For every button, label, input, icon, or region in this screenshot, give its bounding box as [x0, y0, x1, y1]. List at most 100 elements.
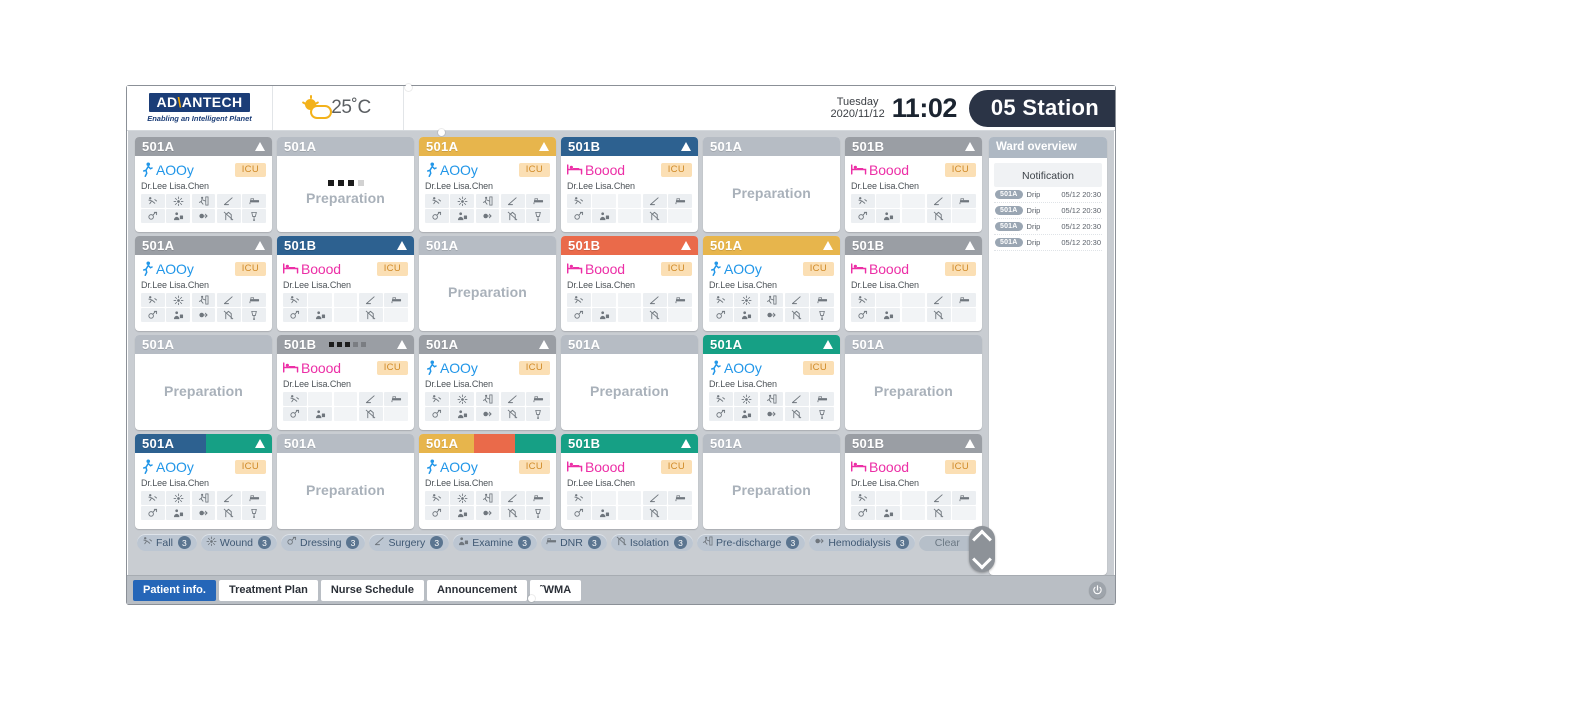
bed-card[interactable]: 501A Preparation: [561, 335, 698, 430]
care-tag-surgery-icon[interactable]: [642, 293, 667, 307]
care-tag-surgery-icon[interactable]: [216, 293, 241, 307]
filter-chip-wound[interactable]: Wound 3: [200, 534, 278, 551]
care-tag-pre-discharge-icon[interactable]: [901, 194, 926, 208]
care-tag-wound-icon[interactable]: [308, 392, 333, 406]
care-tag-isolation-icon[interactable]: [784, 308, 809, 322]
care-tag-isolation-icon[interactable]: [216, 506, 241, 520]
care-tag-drip-icon[interactable]: [952, 506, 976, 520]
care-tag-pre-discharge-icon[interactable]: [901, 491, 926, 505]
care-tag-dressing-icon[interactable]: [709, 308, 733, 322]
care-tag-wound-icon[interactable]: [450, 392, 475, 406]
bed-card[interactable]: 501A Preparation: [135, 335, 272, 430]
care-tag-wound-icon[interactable]: [592, 194, 617, 208]
bed-card[interactable]: 501A AOOy ICU Dr.Lee Lisa.Chen: [135, 434, 272, 529]
care-tag-drip-icon[interactable]: [242, 209, 266, 223]
care-tag-isolation-icon[interactable]: [500, 209, 525, 223]
care-tag-pre-discharge-icon[interactable]: [617, 491, 642, 505]
care-tag-pre-discharge-icon[interactable]: [475, 194, 500, 208]
care-tag-wound-icon[interactable]: [308, 293, 333, 307]
care-tag-isolation-icon[interactable]: [500, 506, 525, 520]
care-tag-fall-icon[interactable]: [567, 293, 591, 307]
care-tag-dressing-icon[interactable]: [425, 209, 449, 223]
care-tag-wound-icon[interactable]: [592, 293, 617, 307]
care-tag-dressing-icon[interactable]: [709, 407, 733, 421]
care-tag-surgery-icon[interactable]: [926, 491, 951, 505]
care-tag-dnr-icon[interactable]: [952, 293, 976, 307]
care-tag-hemodialysis-icon[interactable]: [191, 506, 216, 520]
alert-triangle-icon[interactable]: [965, 137, 975, 156]
notification-row[interactable]: 501A Drip 05/12 20:30: [994, 203, 1102, 219]
care-tag-pre-discharge-icon[interactable]: [191, 194, 216, 208]
care-tag-pre-discharge-icon[interactable]: [191, 491, 216, 505]
care-tag-examine-icon[interactable]: [166, 506, 191, 520]
care-tag-isolation-icon[interactable]: [926, 308, 951, 322]
care-tag-dressing-icon[interactable]: [283, 407, 307, 421]
care-tag-fall-icon[interactable]: [425, 491, 449, 505]
care-tag-surgery-icon[interactable]: [358, 293, 383, 307]
care-tag-drip-icon[interactable]: [526, 209, 550, 223]
care-tag-fall-icon[interactable]: [567, 491, 591, 505]
bed-card[interactable]: 501B Boood ICU Dr.Lee Lisa.Chen: [561, 137, 698, 232]
care-tag-surgery-icon[interactable]: [784, 392, 809, 406]
bed-card[interactable]: 501A AOOy ICU Dr.Lee Lisa.Chen: [703, 236, 840, 331]
care-tag-fall-icon[interactable]: [141, 491, 165, 505]
filter-chip-dressing[interactable]: Dressing 3: [281, 534, 366, 551]
bed-card[interactable]: 501B Boood ICU Dr.Lee Lisa.Chen: [277, 236, 414, 331]
bed-card[interactable]: 501A Preparation: [845, 335, 982, 430]
care-tag-isolation-icon[interactable]: [642, 506, 667, 520]
tab--wma[interactable]: ˜WMA: [530, 579, 582, 601]
alert-triangle-icon[interactable]: [823, 335, 833, 354]
care-tag-pre-discharge-icon[interactable]: [901, 293, 926, 307]
care-tag-dnr-icon[interactable]: [668, 194, 692, 208]
bed-card[interactable]: 501A AOOy ICU Dr.Lee Lisa.Chen: [419, 137, 556, 232]
care-tag-examine-icon[interactable]: [592, 308, 617, 322]
care-tag-fall-icon[interactable]: [709, 293, 733, 307]
care-tag-hemodialysis-icon[interactable]: [759, 407, 784, 421]
care-tag-examine-icon[interactable]: [450, 407, 475, 421]
bed-card[interactable]: 501A Preparation: [703, 137, 840, 232]
care-tag-dnr-icon[interactable]: [668, 293, 692, 307]
alert-triangle-icon[interactable]: [539, 335, 549, 354]
bed-card[interactable]: 501A AOOy ICU Dr.Lee Lisa.Chen: [135, 137, 272, 232]
care-tag-pre-discharge-icon[interactable]: [617, 293, 642, 307]
care-tag-pre-discharge-icon[interactable]: [759, 392, 784, 406]
care-tag-fall-icon[interactable]: [283, 392, 307, 406]
care-tag-examine-icon[interactable]: [734, 407, 759, 421]
care-tag-wound-icon[interactable]: [166, 293, 191, 307]
care-tag-drip-icon[interactable]: [668, 506, 692, 520]
alert-triangle-icon[interactable]: [965, 236, 975, 255]
filter-chip-dnr[interactable]: DNR 3: [541, 534, 607, 551]
bed-card[interactable]: 501A AOOy ICU Dr.Lee Lisa.Chen: [419, 335, 556, 430]
care-tag-pre-discharge-icon[interactable]: [617, 194, 642, 208]
care-tag-isolation-icon[interactable]: [642, 209, 667, 223]
alert-triangle-icon[interactable]: [681, 434, 691, 453]
alert-triangle-icon[interactable]: [255, 434, 265, 453]
care-tag-isolation-icon[interactable]: [926, 209, 951, 223]
care-tag-hemodialysis-icon[interactable]: [333, 308, 358, 322]
care-tag-examine-icon[interactable]: [876, 209, 901, 223]
care-tag-wound-icon[interactable]: [876, 293, 901, 307]
care-tag-wound-icon[interactable]: [734, 293, 759, 307]
notification-row[interactable]: 501A Drip 05/12 20:30: [994, 219, 1102, 235]
care-tag-dressing-icon[interactable]: [141, 209, 165, 223]
care-tag-fall-icon[interactable]: [425, 194, 449, 208]
care-tag-drip-icon[interactable]: [242, 308, 266, 322]
care-tag-hemodialysis-icon[interactable]: [759, 308, 784, 322]
care-tag-wound-icon[interactable]: [876, 194, 901, 208]
care-tag-drip-icon[interactable]: [384, 308, 408, 322]
care-tag-drip-icon[interactable]: [242, 506, 266, 520]
care-tag-hemodialysis-icon[interactable]: [333, 407, 358, 421]
care-tag-hemodialysis-icon[interactable]: [901, 506, 926, 520]
bed-card[interactable]: 501A Preparation: [277, 137, 414, 232]
bed-card[interactable]: 501B Boood ICU Dr.Lee Lisa.Chen: [845, 236, 982, 331]
care-tag-examine-icon[interactable]: [166, 308, 191, 322]
care-tag-dressing-icon[interactable]: [567, 209, 591, 223]
care-tag-wound-icon[interactable]: [166, 194, 191, 208]
alert-triangle-icon[interactable]: [681, 137, 691, 156]
care-tag-surgery-icon[interactable]: [926, 293, 951, 307]
care-tag-examine-icon[interactable]: [734, 308, 759, 322]
care-tag-isolation-icon[interactable]: [642, 308, 667, 322]
care-tag-surgery-icon[interactable]: [216, 194, 241, 208]
care-tag-isolation-icon[interactable]: [358, 308, 383, 322]
care-tag-drip-icon[interactable]: [952, 308, 976, 322]
